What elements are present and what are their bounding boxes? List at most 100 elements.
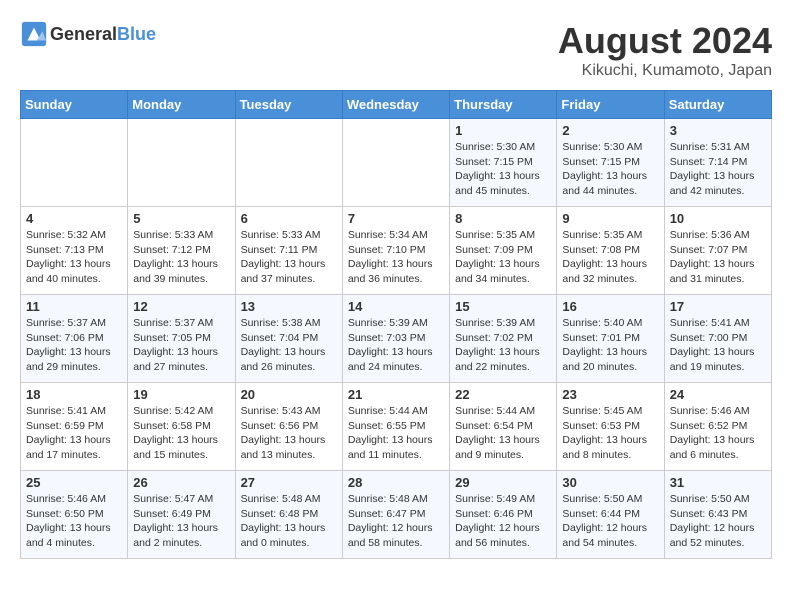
day-number: 9 (562, 211, 658, 226)
calendar-cell (342, 119, 449, 207)
calendar-cell: 10 Sunrise: 5:36 AM Sunset: 7:07 PM Dayli… (664, 207, 771, 295)
day-info: Sunrise: 5:33 AM Sunset: 7:12 PM Dayligh… (133, 228, 229, 287)
calendar-cell (128, 119, 235, 207)
day-number: 30 (562, 475, 658, 490)
calendar-cell: 8 Sunrise: 5:35 AM Sunset: 7:09 PM Daylig… (450, 207, 557, 295)
day-info: Sunrise: 5:41 AM Sunset: 6:59 PM Dayligh… (26, 404, 122, 463)
day-number: 24 (670, 387, 766, 402)
day-number: 14 (348, 299, 444, 314)
day-info: Sunrise: 5:44 AM Sunset: 6:54 PM Dayligh… (455, 404, 551, 463)
logo: GeneralBlue (20, 20, 156, 48)
calendar-subtitle: Kikuchi, Kumamoto, Japan (558, 62, 772, 80)
logo-blue: Blue (117, 24, 156, 44)
week-row-2: 11 Sunrise: 5:37 AM Sunset: 7:06 PM Dayli… (21, 295, 772, 383)
page-header: GeneralBlue August 2024 Kikuchi, Kumamot… (20, 20, 772, 80)
day-number: 25 (26, 475, 122, 490)
day-info: Sunrise: 5:39 AM Sunset: 7:03 PM Dayligh… (348, 316, 444, 375)
calendar-cell: 18 Sunrise: 5:41 AM Sunset: 6:59 PM Dayli… (21, 383, 128, 471)
calendar-cell: 6 Sunrise: 5:33 AM Sunset: 7:11 PM Daylig… (235, 207, 342, 295)
week-row-0: 1 Sunrise: 5:30 AM Sunset: 7:15 PM Daylig… (21, 119, 772, 207)
day-info: Sunrise: 5:40 AM Sunset: 7:01 PM Dayligh… (562, 316, 658, 375)
header-sunday: Sunday (21, 91, 128, 119)
calendar-cell: 30 Sunrise: 5:50 AM Sunset: 6:44 PM Dayli… (557, 471, 664, 559)
calendar-cell: 24 Sunrise: 5:46 AM Sunset: 6:52 PM Dayli… (664, 383, 771, 471)
calendar-cell: 5 Sunrise: 5:33 AM Sunset: 7:12 PM Daylig… (128, 207, 235, 295)
day-number: 17 (670, 299, 766, 314)
day-number: 10 (670, 211, 766, 226)
calendar-cell: 29 Sunrise: 5:49 AM Sunset: 6:46 PM Dayli… (450, 471, 557, 559)
day-info: Sunrise: 5:39 AM Sunset: 7:02 PM Dayligh… (455, 316, 551, 375)
day-number: 31 (670, 475, 766, 490)
day-info: Sunrise: 5:47 AM Sunset: 6:49 PM Dayligh… (133, 492, 229, 551)
day-info: Sunrise: 5:50 AM Sunset: 6:44 PM Dayligh… (562, 492, 658, 551)
day-number: 8 (455, 211, 551, 226)
header-tuesday: Tuesday (235, 91, 342, 119)
logo-general: General (50, 24, 117, 44)
day-number: 29 (455, 475, 551, 490)
day-info: Sunrise: 5:36 AM Sunset: 7:07 PM Dayligh… (670, 228, 766, 287)
header-wednesday: Wednesday (342, 91, 449, 119)
logo-icon (20, 20, 48, 48)
calendar-cell: 27Sunrise: 5:48 AM Sunset: 6:48 PM Dayli… (235, 471, 342, 559)
day-number: 27 (241, 475, 337, 490)
day-number: 21 (348, 387, 444, 402)
day-number: 3 (670, 123, 766, 138)
calendar-table: SundayMondayTuesdayWednesdayThursdayFrid… (20, 90, 772, 559)
calendar-cell: 7 Sunrise: 5:34 AM Sunset: 7:10 PM Daylig… (342, 207, 449, 295)
day-info: Sunrise: 5:34 AM Sunset: 7:10 PM Dayligh… (348, 228, 444, 287)
day-info: Sunrise: 5:46 AM Sunset: 6:50 PM Dayligh… (26, 492, 122, 551)
day-number: 20 (241, 387, 337, 402)
day-info: Sunrise: 5:49 AM Sunset: 6:46 PM Dayligh… (455, 492, 551, 551)
day-number: 16 (562, 299, 658, 314)
day-info: Sunrise: 5:45 AM Sunset: 6:53 PM Dayligh… (562, 404, 658, 463)
day-info: Sunrise: 5:46 AM Sunset: 6:52 PM Dayligh… (670, 404, 766, 463)
day-info: Sunrise: 5:41 AM Sunset: 7:00 PM Dayligh… (670, 316, 766, 375)
day-number: 4 (26, 211, 122, 226)
day-info: Sunrise: 5:35 AM Sunset: 7:09 PM Dayligh… (455, 228, 551, 287)
calendar-cell: 16 Sunrise: 5:40 AM Sunset: 7:01 PM Dayli… (557, 295, 664, 383)
day-info: Sunrise: 5:44 AM Sunset: 6:55 PM Dayligh… (348, 404, 444, 463)
calendar-cell: 13Sunrise: 5:38 AM Sunset: 7:04 PM Dayli… (235, 295, 342, 383)
day-info: Sunrise: 5:38 AM Sunset: 7:04 PM Dayligh… (241, 316, 337, 375)
header-thursday: Thursday (450, 91, 557, 119)
calendar-cell: 23 Sunrise: 5:45 AM Sunset: 6:53 PM Dayli… (557, 383, 664, 471)
day-info: Sunrise: 5:50 AM Sunset: 6:43 PM Dayligh… (670, 492, 766, 551)
day-info: Sunrise: 5:30 AM Sunset: 7:15 PM Dayligh… (562, 140, 658, 199)
header-saturday: Saturday (664, 91, 771, 119)
day-number: 18 (26, 387, 122, 402)
calendar-cell: 11 Sunrise: 5:37 AM Sunset: 7:06 PM Dayli… (21, 295, 128, 383)
calendar-cell (235, 119, 342, 207)
day-number: 28 (348, 475, 444, 490)
calendar-cell: 17 Sunrise: 5:41 AM Sunset: 7:00 PM Dayli… (664, 295, 771, 383)
day-number: 12 (133, 299, 229, 314)
day-number: 23 (562, 387, 658, 402)
day-info: Sunrise: 5:31 AM Sunset: 7:14 PM Dayligh… (670, 140, 766, 199)
day-number: 7 (348, 211, 444, 226)
title-section: August 2024 Kikuchi, Kumamoto, Japan (558, 20, 772, 80)
week-row-3: 18 Sunrise: 5:41 AM Sunset: 6:59 PM Dayli… (21, 383, 772, 471)
day-info: Sunrise: 5:35 AM Sunset: 7:08 PM Dayligh… (562, 228, 658, 287)
header-monday: Monday (128, 91, 235, 119)
calendar-cell: 19Sunrise: 5:42 AM Sunset: 6:58 PM Dayli… (128, 383, 235, 471)
calendar-cell: 21 Sunrise: 5:44 AM Sunset: 6:55 PM Dayli… (342, 383, 449, 471)
day-info: Sunrise: 5:37 AM Sunset: 7:06 PM Dayligh… (26, 316, 122, 375)
calendar-cell: 9 Sunrise: 5:35 AM Sunset: 7:08 PM Daylig… (557, 207, 664, 295)
day-info: Sunrise: 5:43 AM Sunset: 6:56 PM Dayligh… (241, 404, 337, 463)
calendar-cell: 25 Sunrise: 5:46 AM Sunset: 6:50 PM Dayli… (21, 471, 128, 559)
header-row: SundayMondayTuesdayWednesdayThursdayFrid… (21, 91, 772, 119)
calendar-cell: 26Sunrise: 5:47 AM Sunset: 6:49 PM Dayli… (128, 471, 235, 559)
day-number: 15 (455, 299, 551, 314)
day-info: Sunrise: 5:30 AM Sunset: 7:15 PM Dayligh… (455, 140, 551, 199)
day-number: 5 (133, 211, 229, 226)
week-row-4: 25 Sunrise: 5:46 AM Sunset: 6:50 PM Dayli… (21, 471, 772, 559)
day-info: Sunrise: 5:33 AM Sunset: 7:11 PM Dayligh… (241, 228, 337, 287)
calendar-cell: 4Sunrise: 5:32 AM Sunset: 7:13 PM Daylig… (21, 207, 128, 295)
day-number: 1 (455, 123, 551, 138)
day-number: 11 (26, 299, 122, 314)
day-number: 19 (133, 387, 229, 402)
header-friday: Friday (557, 91, 664, 119)
day-number: 6 (241, 211, 337, 226)
calendar-cell (21, 119, 128, 207)
calendar-cell: 12Sunrise: 5:37 AM Sunset: 7:05 PM Dayli… (128, 295, 235, 383)
calendar-title: August 2024 (558, 20, 772, 62)
